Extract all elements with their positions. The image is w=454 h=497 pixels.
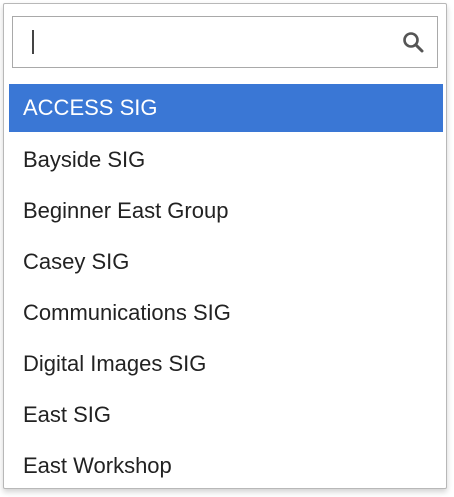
text-cursor	[32, 30, 34, 54]
options-list: ACCESS SIG Bayside SIG Beginner East Gro…	[9, 84, 443, 491]
dropdown-panel: ACCESS SIG Bayside SIG Beginner East Gro…	[3, 3, 447, 489]
search-icon	[403, 32, 424, 53]
search-input[interactable]	[13, 17, 407, 67]
option-access-sig[interactable]: ACCESS SIG	[9, 84, 443, 132]
option-beginner-east-group[interactable]: Beginner East Group	[9, 185, 443, 236]
search-box[interactable]	[12, 16, 438, 68]
option-casey-sig[interactable]: Casey SIG	[9, 236, 443, 287]
option-east-workshop[interactable]: East Workshop	[9, 440, 443, 491]
option-digital-images-sig[interactable]: Digital Images SIG	[9, 338, 443, 389]
option-east-sig[interactable]: East SIG	[9, 389, 443, 440]
option-communications-sig[interactable]: Communications SIG	[9, 287, 443, 338]
option-bayside-sig[interactable]: Bayside SIG	[9, 134, 443, 185]
